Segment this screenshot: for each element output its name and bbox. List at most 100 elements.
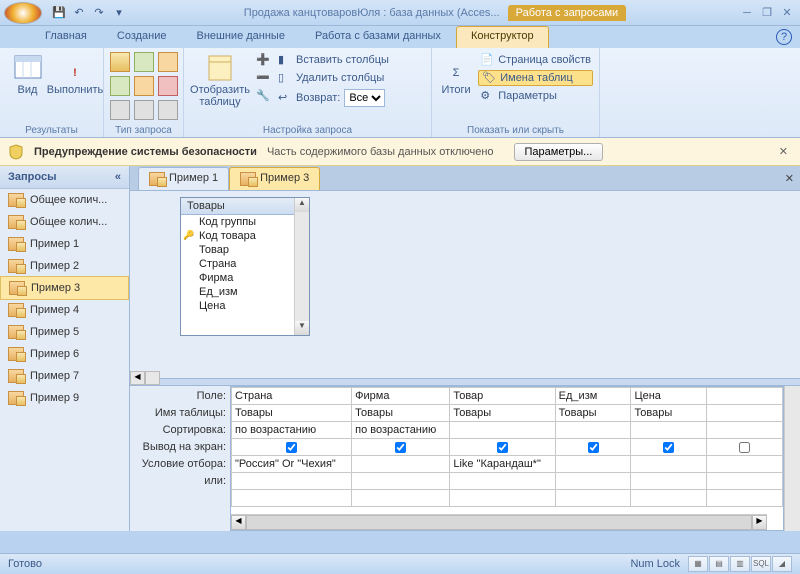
scroll-track[interactable] bbox=[145, 371, 160, 385]
union-query-icon[interactable] bbox=[110, 100, 130, 120]
grid-cell[interactable] bbox=[707, 456, 783, 473]
grid-cell[interactable]: Страна bbox=[232, 388, 352, 405]
show-table-button[interactable]: Отобразить таблицу bbox=[190, 52, 250, 110]
grid-cell[interactable]: Like "Карандаш*" bbox=[450, 456, 555, 473]
undo-icon[interactable]: ↶ bbox=[70, 4, 88, 22]
show-checkbox[interactable] bbox=[395, 442, 406, 453]
doc-tab-2[interactable]: Пример 3 bbox=[229, 167, 320, 190]
grid-cell[interactable] bbox=[707, 405, 783, 422]
nav-item[interactable]: Пример 6 bbox=[0, 343, 129, 365]
grid-hscroll[interactable]: ◀▶ bbox=[231, 514, 767, 530]
grid-cell[interactable]: Товары bbox=[352, 405, 450, 422]
table-field[interactable]: Код товара bbox=[181, 229, 309, 243]
nav-header[interactable]: Запросы « bbox=[0, 166, 129, 189]
grid-cell[interactable]: Фирма bbox=[352, 388, 450, 405]
nav-item[interactable]: Пример 7 bbox=[0, 365, 129, 387]
grid-cell[interactable] bbox=[555, 473, 631, 490]
grid-cell[interactable] bbox=[555, 422, 631, 439]
save-icon[interactable]: 💾 bbox=[50, 4, 68, 22]
grid-cell[interactable] bbox=[555, 456, 631, 473]
table-box-title[interactable]: Товары bbox=[181, 198, 309, 215]
datadef-query-icon[interactable] bbox=[158, 100, 178, 120]
nav-item[interactable]: Пример 4 bbox=[0, 299, 129, 321]
delete-columns-button[interactable]: ▯Удалить столбцы bbox=[276, 70, 391, 86]
tab-external-data[interactable]: Внешние данные bbox=[182, 26, 300, 48]
table-field[interactable]: Товар bbox=[181, 243, 309, 257]
nav-item[interactable]: Общее колич... bbox=[0, 189, 129, 211]
security-close-icon[interactable]: ✕ bbox=[775, 145, 792, 158]
grid-cell[interactable] bbox=[707, 422, 783, 439]
view-button[interactable]: Вид bbox=[6, 52, 49, 98]
grid-cell[interactable] bbox=[555, 439, 631, 456]
grid-cell[interactable] bbox=[631, 439, 707, 456]
tab-home[interactable]: Главная bbox=[30, 26, 102, 48]
maketable-query-icon[interactable] bbox=[134, 52, 154, 72]
grid-cell[interactable] bbox=[707, 473, 783, 490]
nav-item[interactable]: Пример 9 bbox=[0, 387, 129, 409]
show-checkbox[interactable] bbox=[497, 442, 508, 453]
grid-cell[interactable] bbox=[352, 439, 450, 456]
table-diagram-area[interactable]: Товары Код группыКод товараТоварСтранаФи… bbox=[130, 191, 800, 378]
table-box-tovary[interactable]: Товары Код группыКод товараТоварСтранаФи… bbox=[180, 197, 310, 336]
splitter[interactable]: ◀ bbox=[130, 378, 800, 386]
nav-collapse-icon[interactable]: « bbox=[115, 171, 121, 183]
grid-cell[interactable] bbox=[352, 456, 450, 473]
office-button[interactable] bbox=[4, 2, 42, 24]
datasheet-view-icon[interactable]: ▦ bbox=[688, 556, 708, 572]
grid-cell[interactable]: Цена bbox=[631, 388, 707, 405]
design-view-icon[interactable]: ◢ bbox=[772, 556, 792, 572]
tab-database-tools[interactable]: Работа с базами данных bbox=[300, 26, 456, 48]
grid-cell[interactable] bbox=[555, 490, 631, 507]
grid-cell[interactable]: по возрастанию bbox=[232, 422, 352, 439]
nav-item[interactable]: Пример 2 bbox=[0, 255, 129, 277]
show-checkbox[interactable] bbox=[739, 442, 750, 453]
tab-designer[interactable]: Конструктор bbox=[456, 26, 549, 48]
minimize-icon[interactable]: ─ bbox=[738, 6, 756, 20]
grid-cell[interactable]: Товары bbox=[555, 405, 631, 422]
close-icon[interactable]: ✕ bbox=[778, 6, 796, 20]
doc-tab-1[interactable]: Пример 1 bbox=[138, 167, 229, 190]
table-field[interactable]: Страна bbox=[181, 257, 309, 271]
scroll-left-icon[interactable]: ◀ bbox=[130, 371, 145, 385]
grid-cell[interactable] bbox=[232, 473, 352, 490]
grid-cell[interactable] bbox=[450, 439, 555, 456]
chart-view-icon[interactable]: ▥ bbox=[730, 556, 750, 572]
table-field[interactable]: Фирма bbox=[181, 271, 309, 285]
property-sheet-button[interactable]: 📄Страница свойств bbox=[478, 52, 593, 68]
tablebox-scrollbar[interactable]: ▲▼ bbox=[294, 198, 309, 335]
grid-cell[interactable] bbox=[450, 422, 555, 439]
grid-cell[interactable]: Товары bbox=[450, 405, 555, 422]
totals-button[interactable]: Σ Итоги bbox=[438, 52, 474, 98]
crosstab-query-icon[interactable] bbox=[134, 76, 154, 96]
doc-close-icon[interactable]: ✕ bbox=[785, 172, 794, 185]
append-query-icon[interactable] bbox=[158, 52, 178, 72]
grid-cell[interactable] bbox=[707, 439, 783, 456]
run-button[interactable]: ! Выполнить bbox=[53, 52, 97, 98]
table-names-button[interactable]: 🏷Имена таблиц bbox=[478, 70, 593, 86]
update-query-icon[interactable] bbox=[110, 76, 130, 96]
qat-more-icon[interactable]: ▾ bbox=[110, 4, 128, 22]
table-field[interactable]: Ед_изм bbox=[181, 285, 309, 299]
grid-cell[interactable] bbox=[631, 422, 707, 439]
delete-query-icon[interactable] bbox=[158, 76, 178, 96]
grid-cell[interactable] bbox=[707, 490, 783, 507]
grid-cell[interactable] bbox=[631, 456, 707, 473]
insert-columns-button[interactable]: ▮Вставить столбцы bbox=[276, 52, 391, 68]
show-checkbox[interactable] bbox=[588, 442, 599, 453]
pivot-view-icon[interactable]: ▤ bbox=[709, 556, 729, 572]
return-rows-control[interactable]: ↩Возврат: Все bbox=[276, 88, 391, 108]
return-select[interactable]: Все bbox=[344, 89, 385, 107]
grid-cell[interactable] bbox=[450, 473, 555, 490]
grid-cell[interactable]: Товары bbox=[232, 405, 352, 422]
security-options-button[interactable]: Параметры... bbox=[514, 143, 604, 161]
grid-cell[interactable]: по возрастанию bbox=[352, 422, 450, 439]
passthrough-query-icon[interactable] bbox=[134, 100, 154, 120]
grid-cell[interactable]: Товар bbox=[450, 388, 555, 405]
grid-cell[interactable] bbox=[352, 473, 450, 490]
grid-cell[interactable] bbox=[450, 490, 555, 507]
select-query-icon[interactable] bbox=[110, 52, 130, 72]
grid-cell[interactable]: "Россия" Or "Чехия" bbox=[232, 456, 352, 473]
show-checkbox[interactable] bbox=[663, 442, 674, 453]
grid-cell[interactable] bbox=[232, 490, 352, 507]
nav-item[interactable]: Общее колич... bbox=[0, 211, 129, 233]
